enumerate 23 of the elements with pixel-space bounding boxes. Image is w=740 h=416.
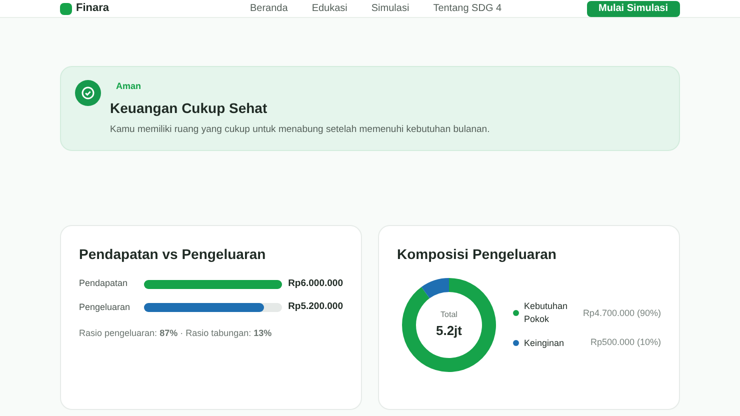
total-value: 5.2jt	[436, 322, 462, 340]
status-message: Kamu memiliki ruang yang cukup untuk menabung setelah memenuhi kebutuhan bulanan.	[110, 123, 490, 137]
status-title: Keuangan Cukup Sehat	[110, 99, 268, 118]
total-label: Total	[440, 309, 458, 322]
bar-amount: Rp6.000.000	[288, 277, 343, 291]
legend-label: Kebutuhan Pokok	[524, 300, 569, 326]
nav-link[interactable]: Simulasi	[371, 1, 410, 16]
card-title: Komposisi Pengeluaran	[397, 245, 558, 264]
legend-amount: Rp500.000 (10%)	[590, 336, 661, 350]
legend-label: Keinginan	[524, 336, 566, 350]
bar-label: Pendapatan	[79, 277, 129, 290]
bar-label: Pengeluaran	[79, 300, 132, 314]
legend-amount: Rp4.700.000 (90%)	[582, 306, 661, 320]
nav-link[interactable]: Tentang SDG 4	[433, 1, 502, 16]
logo-icon	[60, 2, 72, 14]
status-label: Aman	[116, 80, 142, 92]
nav-link[interactable]: Beranda	[250, 1, 288, 16]
start-simulation-button[interactable]: Mulai Simulasi	[586, 0, 680, 16]
bar-amount: Rp5.200.000	[288, 300, 343, 314]
ratio-text: Rasio pengeluaran: 87% · Rasio tabungan: 13%	[79, 326, 273, 340]
brand-name[interactable]: Finara	[76, 0, 110, 17]
card-title: Pendapatan vs Pengeluaran	[79, 245, 267, 264]
nav-link[interactable]: Edukasi	[312, 1, 348, 16]
